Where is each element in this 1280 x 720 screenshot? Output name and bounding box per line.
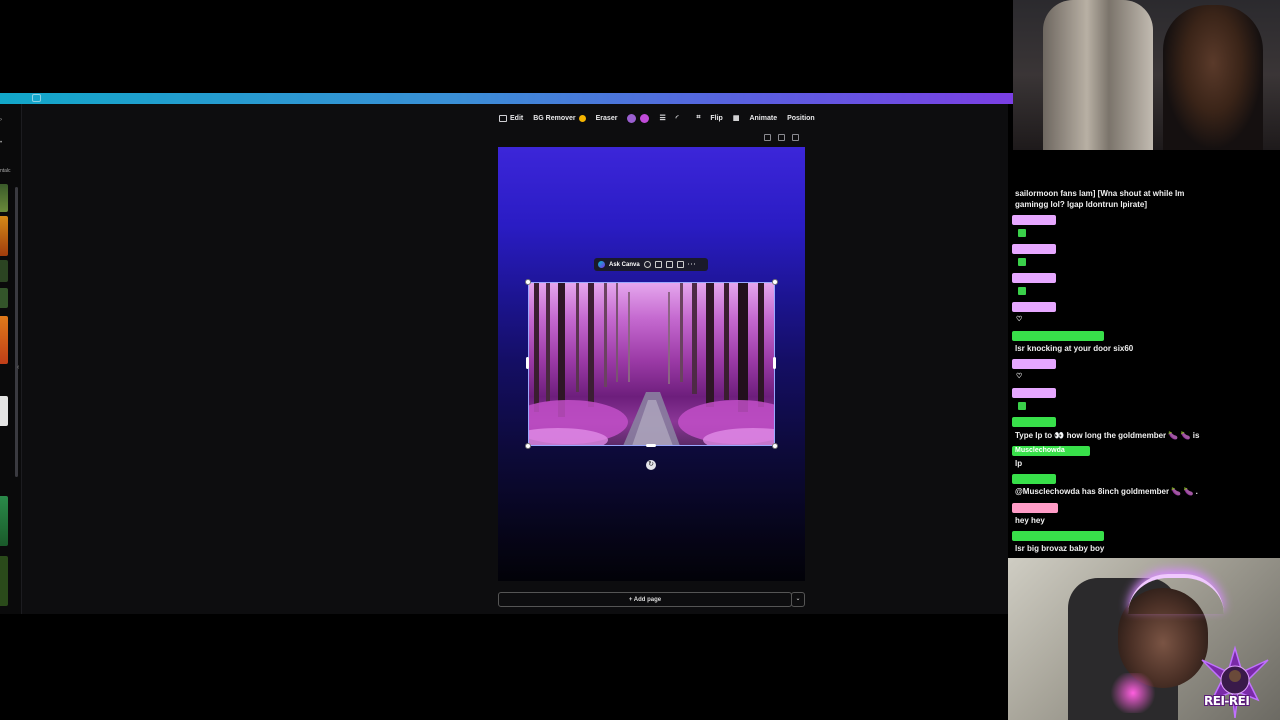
bg-remover-label: BG Remover — [533, 114, 576, 122]
chat-message: lsr knocking at your door six60 — [1015, 344, 1134, 353]
template-thumbnail[interactable] — [0, 496, 8, 546]
element-context-bar: Ask Canva ··· — [594, 258, 708, 271]
chat-username — [1012, 503, 1058, 513]
streamer-logo-text: REI-REI — [1204, 694, 1250, 708]
chat-username — [1012, 531, 1104, 541]
color-swatch[interactable] — [640, 113, 650, 123]
template-thumbnail[interactable] — [0, 316, 8, 364]
emote-icon — [1018, 287, 1026, 295]
chat-username — [1012, 302, 1056, 312]
color-swatches — [627, 113, 650, 123]
page-tools — [764, 134, 806, 143]
image-edit-icon — [499, 114, 507, 122]
collapse-panel-icon[interactable]: ‹ — [17, 364, 19, 371]
resize-handle-bottom-left[interactable] — [525, 443, 531, 449]
chat-username — [1012, 331, 1104, 341]
resize-handle-top-left[interactable] — [525, 279, 531, 285]
more-options-icon[interactable]: ··· — [688, 262, 697, 268]
flip-label: Flip — [710, 114, 723, 122]
resize-handle-bottom[interactable] — [646, 444, 656, 447]
chat-message: gamingg lol? lgap ldontrun lpirate] — [1015, 200, 1147, 209]
add-page-dropdown-icon[interactable]: ⌄ — [791, 592, 805, 607]
emote-icon — [1018, 229, 1026, 237]
eraser-button[interactable]: Eraser — [596, 115, 618, 122]
position-button[interactable]: Position — [787, 115, 815, 122]
chat-username — [1012, 388, 1056, 398]
ask-canva-button[interactable]: Ask Canva — [609, 262, 640, 268]
chat-message: hey hey — [1015, 516, 1045, 525]
resize-handle-bottom-right[interactable] — [772, 443, 778, 449]
light-glow — [1108, 673, 1158, 713]
resize-handle-right[interactable] — [773, 357, 776, 369]
resize-handle-left[interactable] — [526, 357, 529, 369]
duplicate-page-icon[interactable] — [778, 134, 785, 141]
flip-button[interactable]: Flip — [710, 115, 722, 122]
rail-scrollbar[interactable] — [15, 187, 18, 477]
image-toolbar: Edit BG Remover Eraser ☰ ◜ ⌗ Flip ▦ Anim… — [490, 110, 815, 126]
selection-frame[interactable] — [528, 282, 775, 446]
animate-label: Animate — [749, 114, 778, 122]
refresh-icon[interactable] — [643, 261, 651, 268]
chat-message: Type lp to 👀 how long the goldmember 🍆 🍆… — [1015, 431, 1200, 440]
home-icon[interactable] — [32, 94, 41, 102]
eraser-label: Eraser — [595, 114, 618, 122]
chat-message: lp — [1015, 459, 1023, 468]
add-page-icon[interactable] — [792, 134, 799, 141]
bg-remover-button[interactable]: BG Remover — [533, 114, 586, 122]
chat-message: @Musclechowda has 8inch goldmember 🍆 🍆 . — [1015, 487, 1198, 496]
heart-icon: ♡ — [1016, 373, 1023, 380]
template-thumbnail[interactable] — [0, 396, 8, 426]
corner-rounding-icon[interactable]: ◜ — [676, 114, 679, 122]
transparency-icon[interactable]: ▦ — [733, 114, 740, 122]
chat-username — [1012, 215, 1056, 225]
canva-ai-icon — [598, 261, 605, 268]
delete-icon[interactable] — [676, 261, 684, 268]
color-swatch[interactable] — [627, 113, 637, 123]
template-thumbnail[interactable] — [0, 216, 8, 256]
left-rail-panel[interactable]: › • ntalc — [0, 104, 22, 614]
chat-message: lsr big brovaz baby boy — [1015, 544, 1105, 553]
chat-username — [1012, 359, 1056, 369]
resize-handle-top-right[interactable] — [772, 279, 778, 285]
rotate-handle-icon[interactable]: ↻ — [646, 460, 656, 470]
emote-icon — [1018, 258, 1026, 266]
template-thumbnail[interactable] — [0, 260, 8, 282]
chat-username — [1012, 474, 1056, 484]
add-page-button[interactable]: + Add page — [498, 592, 792, 607]
template-thumbnail[interactable] — [0, 556, 8, 606]
animate-button[interactable]: Animate — [749, 115, 777, 122]
duplicate-icon[interactable] — [665, 261, 673, 268]
template-thumbnail[interactable] — [0, 288, 8, 308]
person-figure — [1163, 5, 1263, 150]
chat-username: Musclechowda — [1012, 446, 1090, 456]
premium-crown-icon — [578, 114, 586, 122]
collapse-icon[interactable]: › — [0, 117, 2, 123]
template-thumbnail[interactable] — [0, 184, 8, 212]
canva-top-bar — [0, 93, 1013, 104]
person-figure — [1043, 0, 1153, 150]
lock-page-icon[interactable] — [764, 134, 771, 141]
rail-item-icon[interactable]: • — [0, 140, 2, 146]
chat-username — [1012, 244, 1056, 254]
edit-button[interactable]: Edit — [499, 114, 524, 122]
edit-label: Edit — [510, 114, 524, 122]
crop-icon[interactable]: ⌗ — [696, 114, 700, 122]
chat-username — [1012, 417, 1056, 427]
chat-username — [1012, 273, 1056, 283]
chat-message: sailormoon fans lam] [Wna shout at while… — [1015, 189, 1185, 198]
heart-icon: ♡ — [1016, 316, 1023, 323]
rail-item-label: ntalc — [0, 168, 11, 174]
emote-icon — [1018, 402, 1026, 410]
lock-icon[interactable] — [654, 261, 662, 268]
position-label: Position — [787, 114, 815, 122]
line-weight-icon[interactable]: ☰ — [659, 114, 665, 122]
video-overlay-top — [1013, 0, 1280, 150]
